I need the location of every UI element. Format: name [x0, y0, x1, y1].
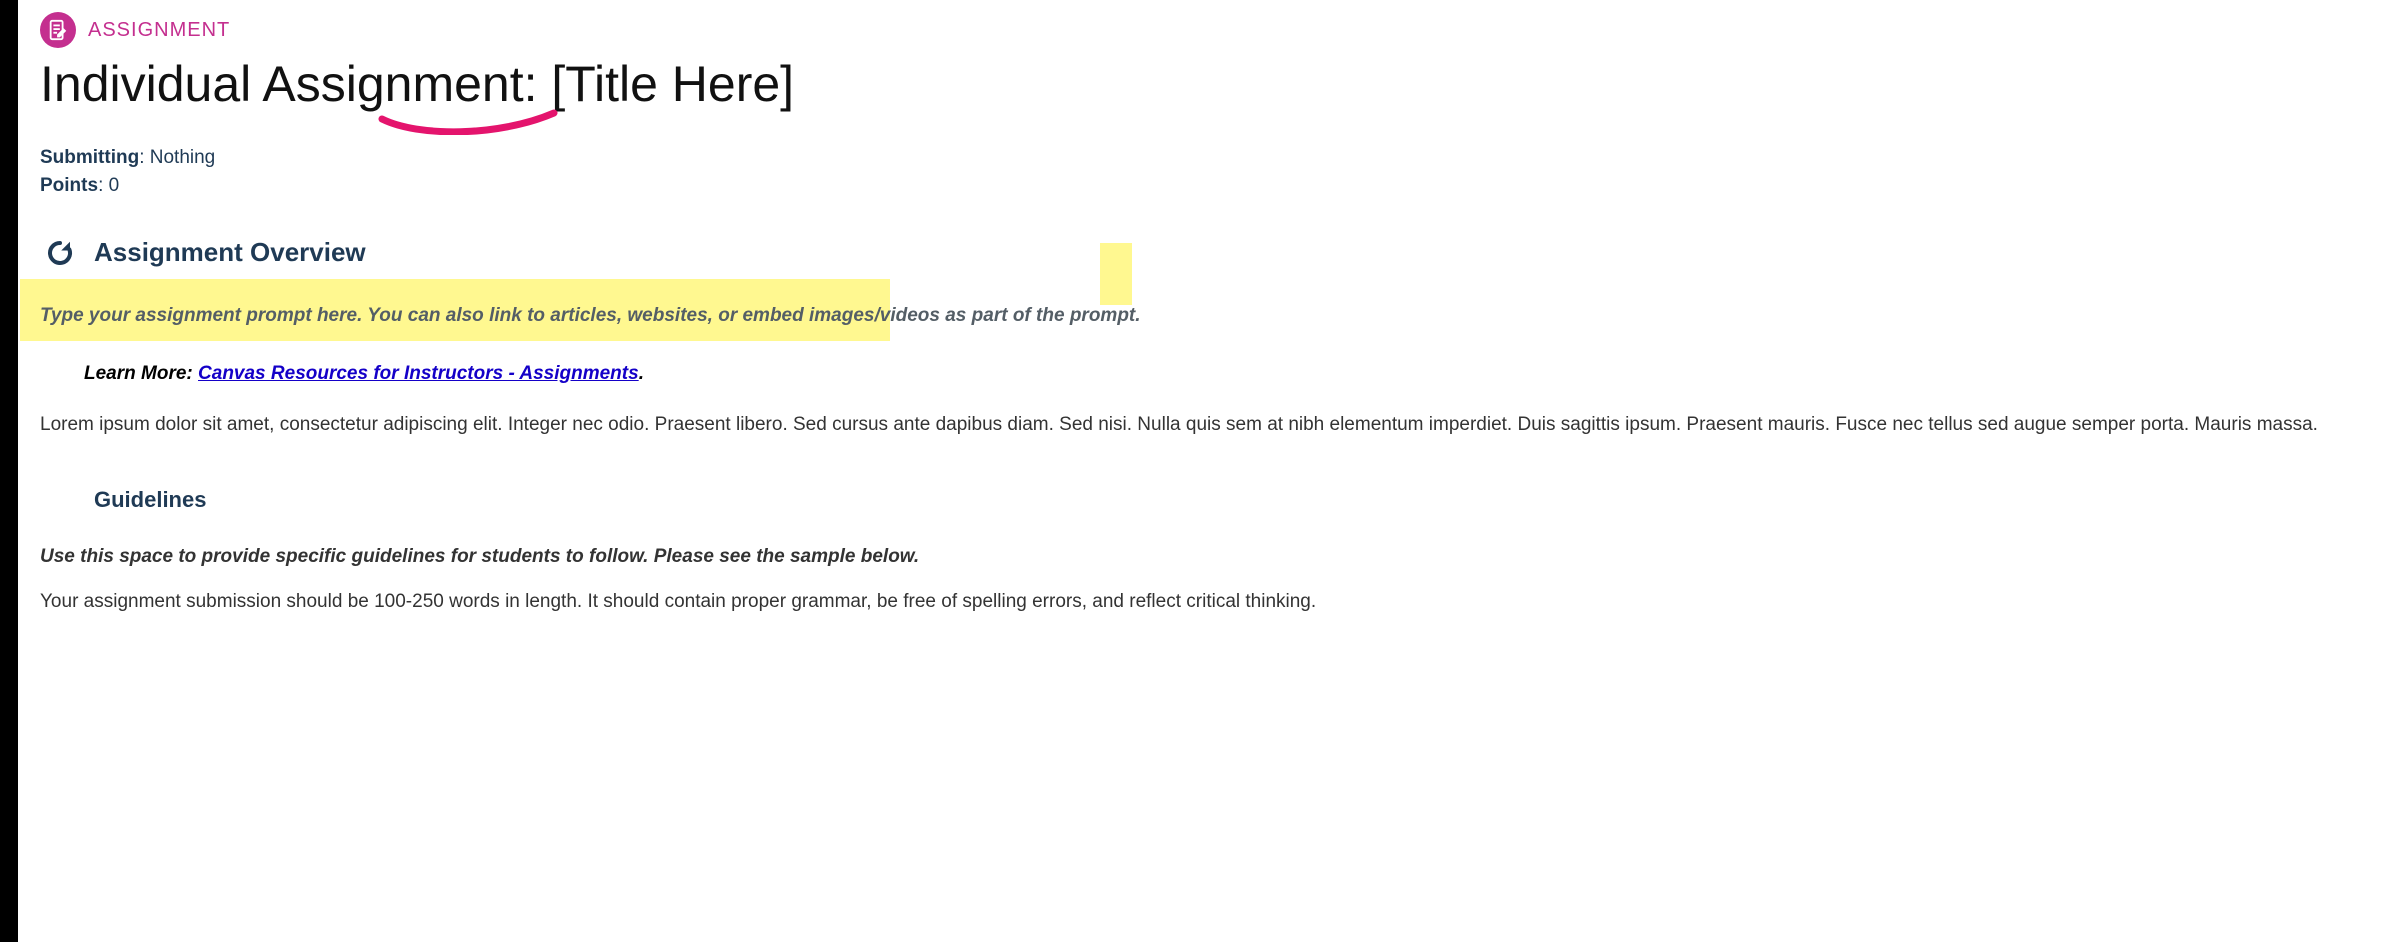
learn-more-link[interactable]: Canvas Resources for Instructors - Assig… [198, 363, 639, 384]
page-title: Individual Assignment: [Title Here] [40, 58, 2352, 111]
points-value: : 0 [98, 175, 119, 196]
assignment-type-row: ASSIGNMENT [40, 12, 2352, 48]
checklist-icon-box [40, 480, 80, 520]
guidelines-body: Your assignment submission should be 100… [40, 588, 2352, 616]
points-meta: Points: 0 [40, 175, 2352, 197]
guidelines-heading: Guidelines [94, 487, 206, 513]
learn-more-suffix: . [639, 363, 644, 384]
document-pencil-icon [47, 19, 69, 41]
submitting-value: : Nothing [139, 147, 215, 168]
guidelines-section-head: Guidelines [40, 480, 2352, 520]
assignment-type-label: ASSIGNMENT [88, 19, 230, 42]
refresh-icon-box [40, 233, 80, 273]
submitting-label: Submitting [40, 147, 139, 168]
overview-body: Lorem ipsum dolor sit amet, consectetur … [40, 411, 2352, 439]
overview-section-head: Assignment Overview [40, 233, 2352, 273]
assignment-badge-icon [40, 12, 76, 48]
submitting-meta: Submitting: Nothing [40, 147, 2352, 169]
checklist-icon [47, 487, 73, 513]
points-label: Points [40, 175, 98, 196]
overview-prompt-text: Type your assignment prompt here. You ca… [40, 287, 2352, 345]
annotation-underline [378, 109, 558, 135]
overview-heading: Assignment Overview [94, 237, 366, 268]
refresh-icon [45, 238, 75, 268]
assignment-page: ASSIGNMENT Individual Assignment: [Title… [0, 0, 2382, 656]
learn-more-line: Learn More: Canvas Resources for Instruc… [84, 363, 2352, 385]
overview-highlight-wrap: Type your assignment prompt here. You ca… [20, 287, 2352, 345]
guidelines-prompt-text: Use this space to provide specific guide… [40, 546, 2352, 568]
learn-more-prefix: Learn More: [84, 363, 198, 384]
